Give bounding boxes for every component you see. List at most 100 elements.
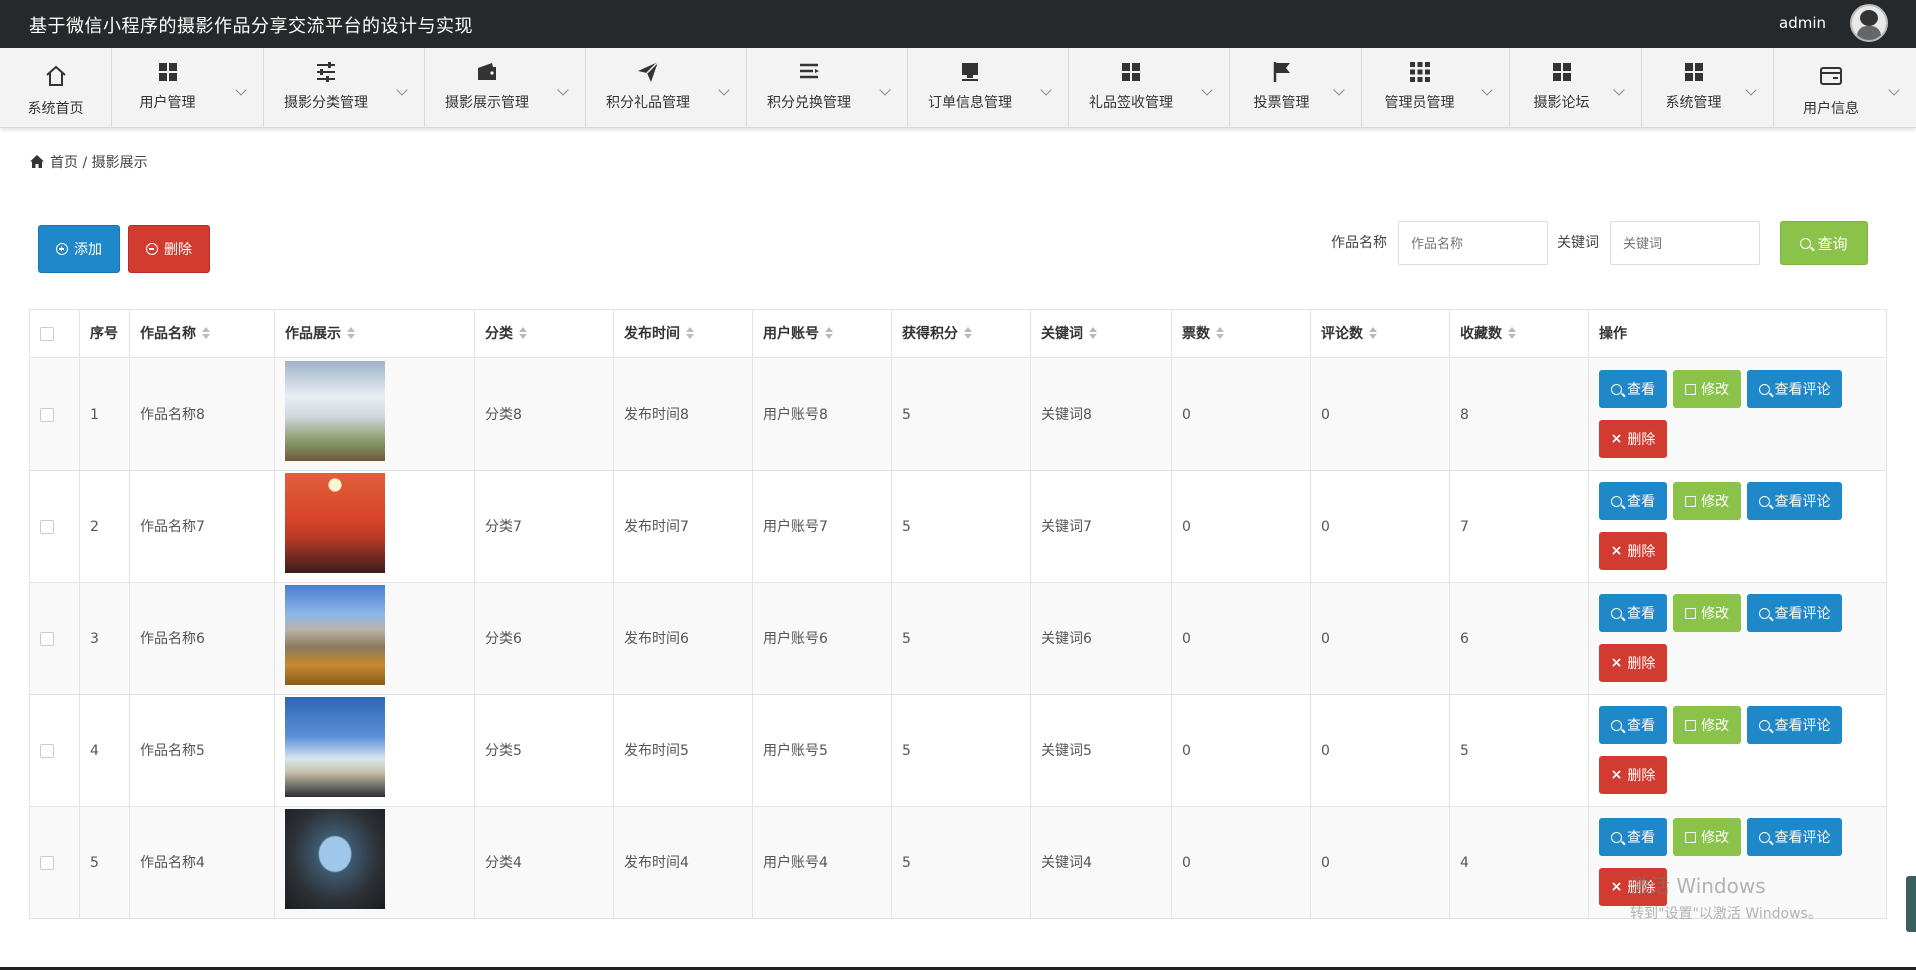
row-checkbox[interactable] [40, 856, 54, 870]
view-button[interactable]: 查看 [1599, 482, 1667, 520]
header-keyword[interactable]: 关键词 [1031, 310, 1172, 358]
table-row: 3 作品名称6 分类6 发布时间6 用户账号6 5 关键词6 0 0 6 查看 修改 查看评论 × 删除 [29, 583, 1887, 695]
sort-icon[interactable] [964, 327, 972, 339]
nav-label: 摄影论坛 [1533, 95, 1590, 111]
row-checkbox[interactable] [40, 408, 54, 422]
header-label: 票数 [1182, 326, 1210, 342]
header-name[interactable]: 作品名称 [130, 310, 275, 358]
photo-thumbnail[interactable] [285, 473, 385, 573]
view-comments-button[interactable]: 查看评论 [1747, 706, 1842, 744]
view-comments-button[interactable]: 查看评论 [1747, 482, 1842, 520]
add-button[interactable]: 添加 [38, 225, 120, 273]
view-comments-button-label: 查看评论 [1774, 606, 1831, 622]
photo-thumbnail[interactable] [285, 809, 385, 909]
row-checkbox[interactable] [40, 632, 54, 646]
name-search-input[interactable] [1398, 221, 1548, 265]
row-checkbox[interactable] [40, 520, 54, 534]
cell-time: 发布时间5 [614, 695, 753, 807]
nav-label: 摄影分类管理 [284, 95, 368, 111]
header-image[interactable]: 作品展示 [275, 310, 475, 358]
header-account[interactable]: 用户账号 [753, 310, 892, 358]
sort-icon[interactable] [202, 327, 210, 339]
photo-thumbnail[interactable] [285, 585, 385, 685]
nav-item-admins[interactable]: 管理员管理 [1362, 48, 1510, 128]
nav-item-forum[interactable]: 摄影论坛 [1510, 48, 1642, 128]
nav-item-photo-display[interactable]: 摄影展示管理 [425, 48, 586, 128]
nav-item-user-info[interactable]: 用户信息 [1774, 48, 1916, 128]
header-label: 分类 [485, 326, 513, 342]
sort-icon[interactable] [347, 327, 355, 339]
header-label: 用户账号 [763, 326, 819, 342]
keyword-search-input[interactable] [1610, 221, 1760, 265]
sort-icon[interactable] [519, 327, 527, 339]
header-favorites[interactable]: 收藏数 [1450, 310, 1589, 358]
sort-icon[interactable] [1216, 327, 1224, 339]
edit-button[interactable]: 修改 [1673, 594, 1741, 632]
edit-button[interactable]: 修改 [1673, 706, 1741, 744]
cell-comments: 0 [1311, 807, 1450, 919]
row-delete-button[interactable]: × 删除 [1599, 420, 1667, 458]
nav-item-users[interactable]: 用户管理 [112, 48, 264, 128]
nav-item-gift-receipt[interactable]: 礼品签收管理 [1069, 48, 1230, 128]
row-delete-button[interactable]: × 删除 [1599, 756, 1667, 794]
row-checkbox[interactable] [40, 744, 54, 758]
sort-icon[interactable] [1089, 327, 1097, 339]
header-votes[interactable]: 票数 [1172, 310, 1311, 358]
breadcrumb-home[interactable]: 首页 [50, 155, 78, 171]
header-comments[interactable]: 评论数 [1311, 310, 1450, 358]
delete-button[interactable]: 删除 [128, 225, 210, 273]
nav-item-exchange[interactable]: 积分兑换管理 [747, 48, 908, 128]
cell-account: 用户账号7 [753, 471, 892, 583]
avatar[interactable] [1850, 4, 1888, 42]
sort-icon[interactable] [825, 327, 833, 339]
header-time[interactable]: 发布时间 [614, 310, 753, 358]
close-icon: × [1610, 879, 1623, 895]
cell-category: 分类5 [475, 695, 614, 807]
edit-button[interactable]: 修改 [1673, 370, 1741, 408]
view-comments-button[interactable]: 查看评论 [1747, 818, 1842, 856]
user-name[interactable]: admin [1779, 14, 1826, 32]
nav-label: 投票管理 [1253, 95, 1310, 111]
grid-icon [1122, 63, 1140, 81]
header-points[interactable]: 获得积分 [892, 310, 1031, 358]
view-button-label: 查看 [1627, 494, 1655, 510]
select-all-checkbox[interactable] [40, 327, 54, 341]
view-comments-button[interactable]: 查看评论 [1747, 594, 1842, 632]
row-delete-button-label: 删除 [1627, 768, 1656, 784]
cell-points: 5 [892, 807, 1031, 919]
photo-thumbnail[interactable] [285, 361, 385, 461]
view-button[interactable]: 查看 [1599, 594, 1667, 632]
view-button[interactable]: 查看 [1599, 370, 1667, 408]
cell-account: 用户账号6 [753, 583, 892, 695]
row-delete-button[interactable]: × 删除 [1599, 644, 1667, 682]
row-delete-button-label: 删除 [1627, 432, 1656, 448]
wallet-icon [478, 63, 496, 80]
watermark-line1: 激活 Windows [1630, 874, 1766, 898]
photo-thumbnail[interactable] [285, 697, 385, 797]
nav-item-votes[interactable]: 投票管理 [1230, 48, 1362, 128]
search-icon [1758, 383, 1770, 395]
nav-item-photo-category[interactable]: 摄影分类管理 [264, 48, 425, 128]
sort-icon[interactable] [1369, 327, 1377, 339]
view-button[interactable]: 查看 [1599, 706, 1667, 744]
view-comments-button[interactable]: 查看评论 [1747, 370, 1842, 408]
nav-item-home[interactable]: 系统首页 [0, 48, 112, 128]
nav-item-orders[interactable]: 订单信息管理 [908, 48, 1069, 128]
search-icon [1611, 719, 1622, 731]
watermark-line2: 转到"设置"以激活 Windows。 [1630, 906, 1822, 922]
search-icon [1800, 237, 1812, 249]
nav-item-system[interactable]: 系统管理 [1642, 48, 1774, 128]
view-comments-button-label: 查看评论 [1774, 718, 1831, 734]
sort-icon[interactable] [686, 327, 694, 339]
edit-button[interactable]: 修改 [1673, 818, 1741, 856]
edit-button[interactable]: 修改 [1673, 482, 1741, 520]
table-row: 4 作品名称5 分类5 发布时间5 用户账号5 5 关键词5 0 0 5 查看 修改 查看评论 × 删除 [29, 695, 1887, 807]
side-scroll-tab[interactable] [1906, 876, 1916, 932]
view-button[interactable]: 查看 [1599, 818, 1667, 856]
header-category[interactable]: 分类 [475, 310, 614, 358]
cell-name: 作品名称7 [130, 471, 275, 583]
search-button[interactable]: 查询 [1780, 221, 1868, 265]
row-delete-button[interactable]: × 删除 [1599, 532, 1667, 570]
sort-icon[interactable] [1508, 327, 1516, 339]
nav-item-gift[interactable]: 积分礼品管理 [586, 48, 747, 128]
